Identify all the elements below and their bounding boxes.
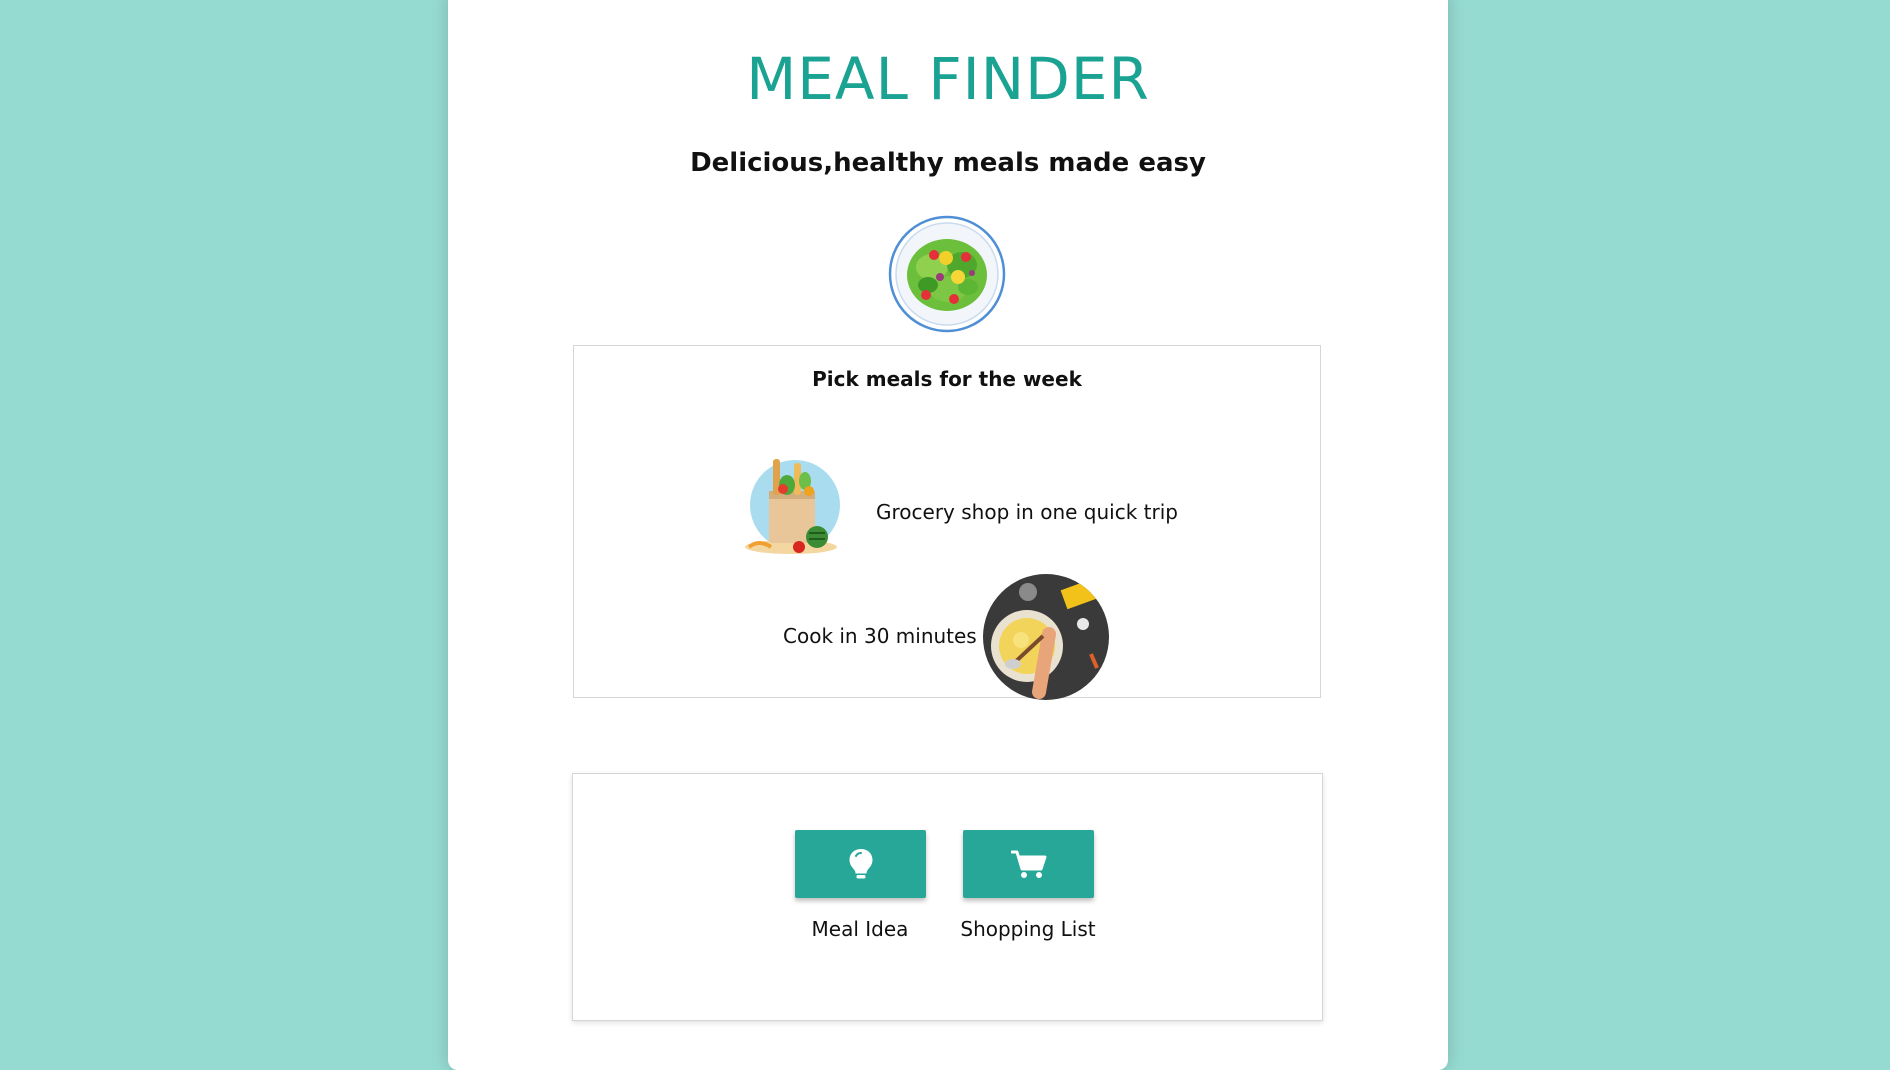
meal-plan-card: Pick meals for the week Grocery shop in …	[573, 345, 1321, 700]
grocery-bag-icon	[745, 459, 840, 554]
page-subtitle: Delicious,healthy meals made easy	[690, 148, 1206, 178]
shopping-list-label: Shopping List	[960, 917, 1096, 941]
cooking-pot-icon	[983, 574, 1109, 700]
feature-cook-text: Cook in 30 minutes	[783, 624, 977, 648]
meal-idea-label: Meal Idea	[811, 917, 909, 941]
shopping-list-button[interactable]	[963, 830, 1094, 898]
lightbulb-icon	[849, 849, 872, 879]
feature-grocery-text: Grocery shop in one quick trip	[876, 500, 1178, 524]
meal-plan-card-title: Pick meals for the week	[812, 367, 1082, 391]
actions-card: Meal Idea Shopping List	[572, 773, 1323, 1021]
salad-bowl-icon	[888, 215, 1006, 333]
meal-idea-button[interactable]	[795, 830, 926, 898]
page-title: MEAL FINDER	[746, 45, 1150, 113]
main-container: MEAL FINDER Delicious,healthy meals made…	[448, 0, 1448, 1070]
cart-icon	[1010, 850, 1046, 878]
